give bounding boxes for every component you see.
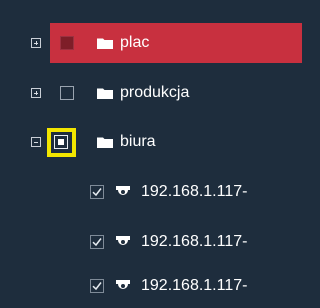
camera-icon bbox=[116, 236, 130, 245]
tree-camera[interactable]: 192.168.1.117- bbox=[0, 222, 301, 262]
folder-icon bbox=[97, 137, 113, 148]
camera-icon bbox=[116, 186, 130, 195]
tree-folder-produkcja[interactable]: produkcja bbox=[0, 73, 301, 113]
camera-label: 192.168.1.117- bbox=[141, 183, 248, 200]
camera-label: 192.168.1.117- bbox=[141, 277, 248, 294]
expand-icon[interactable] bbox=[31, 38, 41, 48]
folder-label: biura bbox=[120, 133, 156, 150]
checkmark-icon[interactable] bbox=[90, 279, 104, 293]
folder-label: produkcja bbox=[120, 84, 190, 101]
folder-checkbox[interactable] bbox=[60, 36, 74, 50]
folder-icon bbox=[97, 38, 113, 49]
focus-ring bbox=[47, 128, 76, 157]
folder-icon bbox=[97, 88, 113, 99]
tree-camera[interactable]: 192.168.1.117- bbox=[0, 172, 301, 212]
tree-folder-plac[interactable]: plac bbox=[0, 23, 302, 63]
tree-camera[interactable]: 192.168.1.117- bbox=[0, 266, 301, 306]
camera-label: 192.168.1.117- bbox=[141, 233, 248, 250]
folder-checkbox[interactable] bbox=[60, 86, 74, 100]
collapse-icon[interactable] bbox=[31, 137, 41, 147]
checkmark-icon[interactable] bbox=[90, 185, 104, 199]
camera-icon bbox=[116, 280, 130, 289]
folder-label: plac bbox=[120, 34, 150, 51]
selected-row-highlight bbox=[50, 23, 302, 63]
expand-icon[interactable] bbox=[31, 88, 41, 98]
checkmark-icon[interactable] bbox=[90, 235, 104, 249]
tree-folder-biura[interactable]: biura bbox=[0, 122, 301, 162]
